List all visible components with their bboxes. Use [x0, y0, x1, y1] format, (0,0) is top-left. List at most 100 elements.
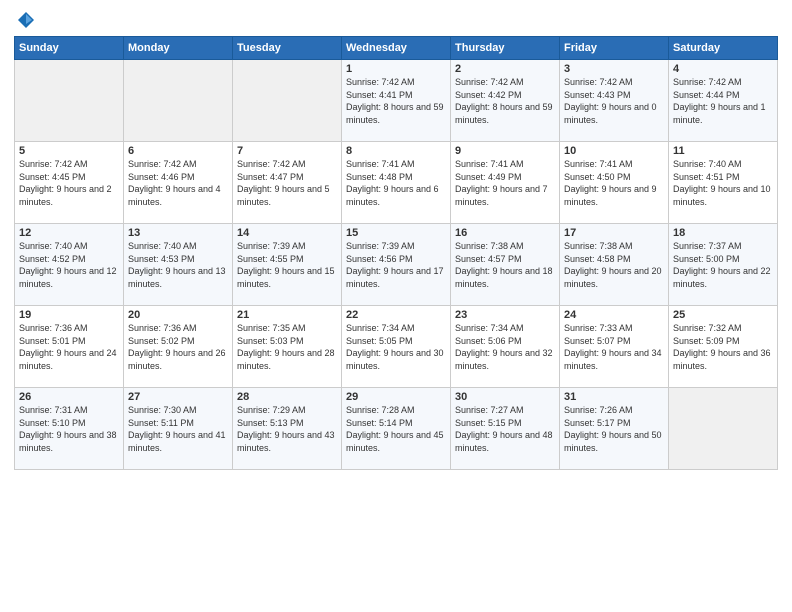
header [14, 10, 778, 30]
calendar-cell: 11Sunrise: 7:40 AMSunset: 4:51 PMDayligh… [669, 142, 778, 224]
calendar-cell: 2Sunrise: 7:42 AMSunset: 4:42 PMDaylight… [451, 60, 560, 142]
day-number: 3 [564, 63, 664, 75]
day-info: Sunrise: 7:42 AMSunset: 4:46 PMDaylight:… [128, 158, 228, 208]
day-info: Sunrise: 7:40 AMSunset: 4:53 PMDaylight:… [128, 240, 228, 290]
calendar-cell: 7Sunrise: 7:42 AMSunset: 4:47 PMDaylight… [233, 142, 342, 224]
calendar-cell [669, 388, 778, 470]
calendar-header-monday: Monday [124, 37, 233, 60]
day-number: 25 [673, 309, 773, 321]
day-number: 4 [673, 63, 773, 75]
calendar-cell: 22Sunrise: 7:34 AMSunset: 5:05 PMDayligh… [342, 306, 451, 388]
calendar-header-sunday: Sunday [15, 37, 124, 60]
day-info: Sunrise: 7:35 AMSunset: 5:03 PMDaylight:… [237, 322, 337, 372]
calendar-cell: 26Sunrise: 7:31 AMSunset: 5:10 PMDayligh… [15, 388, 124, 470]
day-info: Sunrise: 7:42 AMSunset: 4:41 PMDaylight:… [346, 76, 446, 126]
day-info: Sunrise: 7:40 AMSunset: 4:51 PMDaylight:… [673, 158, 773, 208]
day-number: 1 [346, 63, 446, 75]
day-number: 5 [19, 145, 119, 157]
day-number: 21 [237, 309, 337, 321]
day-number: 10 [564, 145, 664, 157]
day-number: 26 [19, 391, 119, 403]
day-info: Sunrise: 7:39 AMSunset: 4:55 PMDaylight:… [237, 240, 337, 290]
day-info: Sunrise: 7:36 AMSunset: 5:02 PMDaylight:… [128, 322, 228, 372]
calendar-cell: 27Sunrise: 7:30 AMSunset: 5:11 PMDayligh… [124, 388, 233, 470]
calendar-cell: 29Sunrise: 7:28 AMSunset: 5:14 PMDayligh… [342, 388, 451, 470]
calendar-cell: 4Sunrise: 7:42 AMSunset: 4:44 PMDaylight… [669, 60, 778, 142]
calendar-header-tuesday: Tuesday [233, 37, 342, 60]
day-info: Sunrise: 7:27 AMSunset: 5:15 PMDaylight:… [455, 404, 555, 454]
day-number: 28 [237, 391, 337, 403]
day-info: Sunrise: 7:34 AMSunset: 5:05 PMDaylight:… [346, 322, 446, 372]
day-number: 20 [128, 309, 228, 321]
day-info: Sunrise: 7:31 AMSunset: 5:10 PMDaylight:… [19, 404, 119, 454]
calendar-cell: 14Sunrise: 7:39 AMSunset: 4:55 PMDayligh… [233, 224, 342, 306]
calendar-cell: 8Sunrise: 7:41 AMSunset: 4:48 PMDaylight… [342, 142, 451, 224]
calendar-page: SundayMondayTuesdayWednesdayThursdayFrid… [0, 0, 792, 612]
calendar-week-1: 1Sunrise: 7:42 AMSunset: 4:41 PMDaylight… [15, 60, 778, 142]
day-number: 9 [455, 145, 555, 157]
calendar-cell: 17Sunrise: 7:38 AMSunset: 4:58 PMDayligh… [560, 224, 669, 306]
day-number: 15 [346, 227, 446, 239]
calendar-cell: 20Sunrise: 7:36 AMSunset: 5:02 PMDayligh… [124, 306, 233, 388]
calendar-header-row: SundayMondayTuesdayWednesdayThursdayFrid… [15, 37, 778, 60]
day-info: Sunrise: 7:42 AMSunset: 4:44 PMDaylight:… [673, 76, 773, 126]
calendar-cell: 3Sunrise: 7:42 AMSunset: 4:43 PMDaylight… [560, 60, 669, 142]
calendar-cell: 31Sunrise: 7:26 AMSunset: 5:17 PMDayligh… [560, 388, 669, 470]
day-number: 18 [673, 227, 773, 239]
day-info: Sunrise: 7:42 AMSunset: 4:47 PMDaylight:… [237, 158, 337, 208]
day-info: Sunrise: 7:28 AMSunset: 5:14 PMDaylight:… [346, 404, 446, 454]
day-info: Sunrise: 7:41 AMSunset: 4:49 PMDaylight:… [455, 158, 555, 208]
day-info: Sunrise: 7:39 AMSunset: 4:56 PMDaylight:… [346, 240, 446, 290]
logo [14, 10, 36, 30]
calendar-header-thursday: Thursday [451, 37, 560, 60]
calendar-cell: 6Sunrise: 7:42 AMSunset: 4:46 PMDaylight… [124, 142, 233, 224]
calendar-week-2: 5Sunrise: 7:42 AMSunset: 4:45 PMDaylight… [15, 142, 778, 224]
calendar-table: SundayMondayTuesdayWednesdayThursdayFrid… [14, 36, 778, 470]
day-info: Sunrise: 7:38 AMSunset: 4:58 PMDaylight:… [564, 240, 664, 290]
calendar-week-5: 26Sunrise: 7:31 AMSunset: 5:10 PMDayligh… [15, 388, 778, 470]
day-info: Sunrise: 7:37 AMSunset: 5:00 PMDaylight:… [673, 240, 773, 290]
day-info: Sunrise: 7:41 AMSunset: 4:48 PMDaylight:… [346, 158, 446, 208]
calendar-week-3: 12Sunrise: 7:40 AMSunset: 4:52 PMDayligh… [15, 224, 778, 306]
day-number: 7 [237, 145, 337, 157]
calendar-cell [124, 60, 233, 142]
day-number: 17 [564, 227, 664, 239]
calendar-cell: 23Sunrise: 7:34 AMSunset: 5:06 PMDayligh… [451, 306, 560, 388]
calendar-header-saturday: Saturday [669, 37, 778, 60]
day-number: 2 [455, 63, 555, 75]
day-info: Sunrise: 7:42 AMSunset: 4:42 PMDaylight:… [455, 76, 555, 126]
day-number: 6 [128, 145, 228, 157]
calendar-cell [233, 60, 342, 142]
day-number: 12 [19, 227, 119, 239]
calendar-cell [15, 60, 124, 142]
day-info: Sunrise: 7:38 AMSunset: 4:57 PMDaylight:… [455, 240, 555, 290]
day-number: 31 [564, 391, 664, 403]
day-info: Sunrise: 7:33 AMSunset: 5:07 PMDaylight:… [564, 322, 664, 372]
day-number: 14 [237, 227, 337, 239]
day-number: 24 [564, 309, 664, 321]
day-info: Sunrise: 7:26 AMSunset: 5:17 PMDaylight:… [564, 404, 664, 454]
day-info: Sunrise: 7:41 AMSunset: 4:50 PMDaylight:… [564, 158, 664, 208]
calendar-cell: 30Sunrise: 7:27 AMSunset: 5:15 PMDayligh… [451, 388, 560, 470]
day-info: Sunrise: 7:40 AMSunset: 4:52 PMDaylight:… [19, 240, 119, 290]
calendar-cell: 10Sunrise: 7:41 AMSunset: 4:50 PMDayligh… [560, 142, 669, 224]
day-number: 30 [455, 391, 555, 403]
calendar-cell: 1Sunrise: 7:42 AMSunset: 4:41 PMDaylight… [342, 60, 451, 142]
calendar-cell: 24Sunrise: 7:33 AMSunset: 5:07 PMDayligh… [560, 306, 669, 388]
logo-icon [16, 10, 36, 30]
calendar-cell: 25Sunrise: 7:32 AMSunset: 5:09 PMDayligh… [669, 306, 778, 388]
day-number: 8 [346, 145, 446, 157]
calendar-cell: 15Sunrise: 7:39 AMSunset: 4:56 PMDayligh… [342, 224, 451, 306]
day-info: Sunrise: 7:36 AMSunset: 5:01 PMDaylight:… [19, 322, 119, 372]
calendar-header-wednesday: Wednesday [342, 37, 451, 60]
calendar-cell: 13Sunrise: 7:40 AMSunset: 4:53 PMDayligh… [124, 224, 233, 306]
calendar-cell: 18Sunrise: 7:37 AMSunset: 5:00 PMDayligh… [669, 224, 778, 306]
day-info: Sunrise: 7:32 AMSunset: 5:09 PMDaylight:… [673, 322, 773, 372]
day-info: Sunrise: 7:42 AMSunset: 4:45 PMDaylight:… [19, 158, 119, 208]
day-number: 11 [673, 145, 773, 157]
day-number: 19 [19, 309, 119, 321]
day-number: 13 [128, 227, 228, 239]
calendar-week-4: 19Sunrise: 7:36 AMSunset: 5:01 PMDayligh… [15, 306, 778, 388]
calendar-cell: 19Sunrise: 7:36 AMSunset: 5:01 PMDayligh… [15, 306, 124, 388]
day-number: 27 [128, 391, 228, 403]
